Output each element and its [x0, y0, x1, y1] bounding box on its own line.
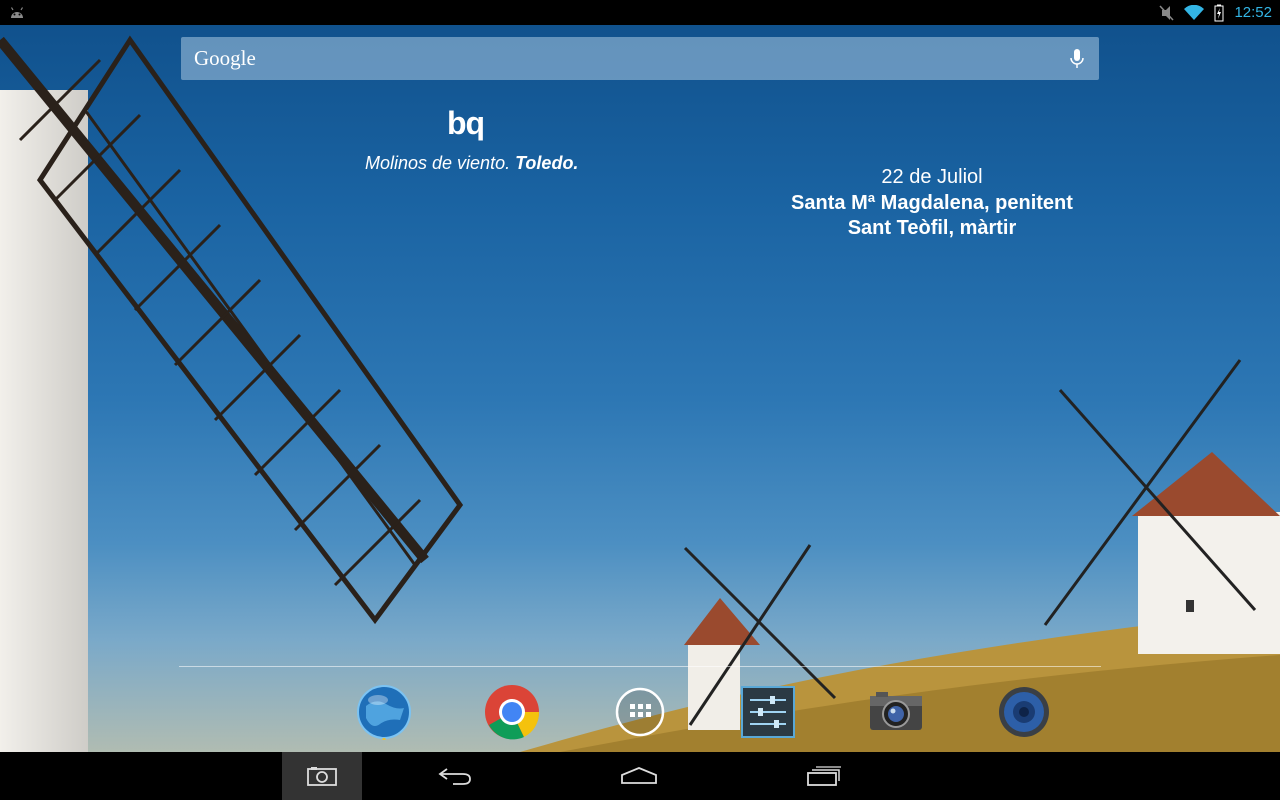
- speaker-icon[interactable]: [996, 684, 1052, 740]
- globe-app-icon[interactable]: [356, 684, 412, 740]
- mic-icon[interactable]: [1069, 48, 1085, 70]
- battery-charging-icon: [1214, 4, 1224, 21]
- back-button[interactable]: [415, 752, 495, 800]
- saints-widget[interactable]: 22 de Juliol Santa Mª Magdalena, peniten…: [772, 163, 1092, 241]
- home-button[interactable]: [599, 752, 679, 800]
- status-bar: 12:52: [0, 0, 1280, 25]
- settings-icon[interactable]: [740, 684, 796, 740]
- dock-divider: [179, 666, 1101, 667]
- saint-line: Santa Mª Magdalena, penitent: [791, 192, 1073, 214]
- recent-apps-icon: [807, 766, 841, 786]
- recent-apps-button[interactable]: [784, 752, 864, 800]
- caption-location: Toledo.: [515, 153, 579, 173]
- chrome-icon[interactable]: [484, 684, 540, 740]
- google-logo: Google: [194, 46, 256, 70]
- all-apps-icon[interactable]: [612, 684, 668, 740]
- screenshot-icon: [307, 767, 337, 786]
- back-icon: [438, 768, 471, 785]
- mute-icon: [1159, 4, 1175, 21]
- saint-line: Sant Teòfil, màrtir: [847, 217, 1017, 239]
- home-icon: [621, 767, 657, 784]
- wallpaper-caption: Molinos de viento. Toledo.: [365, 153, 578, 174]
- clock: 12:52: [1234, 4, 1272, 21]
- wifi-icon: [1184, 4, 1205, 20]
- google-search-bar[interactable]: Google: [181, 37, 1099, 80]
- android-debug-icon: [10, 7, 24, 18]
- windmill-landscape-image: [0, 35, 1280, 752]
- wallpaper: [0, 0, 1280, 800]
- screenshot-button[interactable]: [282, 752, 362, 800]
- widget-date: 22 de Juliol: [881, 166, 983, 188]
- bq-logo: bq: [447, 105, 485, 141]
- caption-text: Molinos de viento.: [365, 153, 511, 173]
- navigation-bar: [0, 752, 1280, 800]
- camera-icon[interactable]: [868, 684, 924, 740]
